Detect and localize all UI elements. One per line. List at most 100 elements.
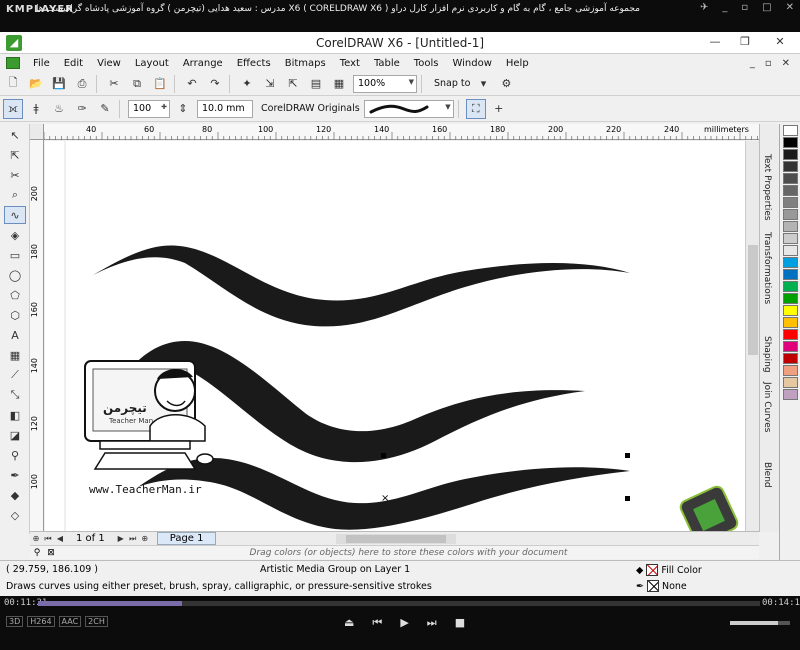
menu-bitmaps[interactable]: Bitmaps [278,58,333,69]
interactive-fill-tool-icon[interactable]: ◇ [4,506,26,524]
palette-swatch[interactable] [783,329,798,340]
palette-swatch[interactable] [783,245,798,256]
palette-swatch[interactable] [783,137,798,148]
palette-swatch[interactable] [783,341,798,352]
outline-pen-tool-icon[interactable]: ✒ [4,466,26,484]
volume-slider[interactable] [730,621,790,625]
rectangle-tool-icon[interactable]: ▭ [4,246,26,264]
preset-stroke-list[interactable]: ▼ [363,99,454,118]
dimension-tool-icon[interactable]: ⟋ [4,366,26,384]
connector-tool-icon[interactable]: ⤡ [4,386,26,404]
horizontal-scrollbar[interactable] [336,533,457,544]
palette-swatch[interactable] [783,269,798,280]
close-icon[interactable]: ✕ [786,2,794,13]
chevron-down-icon[interactable]: ▾ [473,74,493,94]
copy-icon[interactable]: ⧉ [127,74,147,94]
horizontal-ruler[interactable]: 40 60 80 100 120 140 160 180 200 220 240… [44,124,759,140]
export-icon[interactable]: ⇱ [283,74,303,94]
open-icon[interactable]: 📂 [26,74,46,94]
stroke-width-field[interactable]: 10.0 mm [197,99,253,118]
menu-view[interactable]: View [90,58,128,69]
minimize-icon[interactable]: _ [722,2,727,13]
scroll-thumb[interactable] [748,245,758,355]
last-page-icon[interactable]: ⏭ [127,534,139,544]
minimize-button[interactable]: — [700,32,730,52]
freehand-smoothing-field[interactable]: 100 ✚ [128,99,170,118]
page-tab[interactable]: Page 1 [156,532,217,545]
blend-tool-icon[interactable]: ◧ [4,406,26,424]
vertical-scrollbar[interactable] [745,141,759,531]
pressure-mode-icon[interactable]: ✎ [95,99,115,119]
doc-minimize-icon[interactable]: _ [750,58,755,69]
options-icon[interactable]: ⚙ [496,74,516,94]
first-page-icon[interactable]: ⏮ [42,534,54,544]
search-content-icon[interactable]: ✦ [237,74,257,94]
menu-table[interactable]: Table [367,58,407,69]
next-icon[interactable]: ⏭ [427,616,437,630]
cut-icon[interactable]: ✂ [104,74,124,94]
redo-icon[interactable]: ↷ [205,74,225,94]
fill-tool-icon[interactable]: ◆ [4,486,26,504]
prev-page-icon[interactable]: ◀ [54,534,66,543]
snap-to-dropdown[interactable]: Snap to [434,78,470,89]
palette-swatch[interactable] [783,377,798,388]
eyedropper-tool-icon[interactable]: ⚲ [4,446,26,464]
palette-swatch[interactable] [783,365,798,376]
next-page-icon[interactable]: ▶ [115,534,127,543]
add-page-end-icon[interactable]: ⊕ [139,534,151,543]
undo-icon[interactable]: ↶ [182,74,202,94]
eyedropper-icon[interactable]: ⚲ [30,548,44,558]
palette-swatch[interactable] [783,221,798,232]
play-icon[interactable]: ▶ [400,616,408,630]
palette-swatch[interactable] [783,149,798,160]
docker-tab-text-properties[interactable]: Text Properties [762,154,772,221]
smart-fill-tool-icon[interactable]: ◈ [4,226,26,244]
badge-3d[interactable]: 3D [6,616,24,627]
object-scale-icon[interactable]: ⛶ [465,98,486,119]
document-palette[interactable]: ⚲ ⊠ Drag colors (or objects) here to sto… [30,545,759,559]
palette-swatch[interactable] [783,305,798,316]
palette-swatch[interactable] [783,209,798,220]
sprayer-mode-icon[interactable]: ♨ [49,99,69,119]
ruler-origin[interactable] [30,124,44,140]
palette-swatch[interactable] [783,293,798,304]
artistic-stroke-1[interactable] [93,245,630,327]
application-launcher-icon[interactable]: ▦ [329,74,349,94]
restore-icon[interactable]: ▫ [741,2,748,13]
palette-swatch[interactable] [783,233,798,244]
menu-layout[interactable]: Layout [128,58,176,69]
vertical-ruler[interactable]: 200 180 160 140 120 100 [30,140,44,532]
close-button[interactable]: ✕ [760,32,800,52]
previous-icon[interactable]: ⏮ [372,616,382,630]
artistic-media-tool-icon[interactable]: ∿ [4,206,26,224]
palette-swatch[interactable] [783,185,798,196]
pin-icon[interactable]: ✈ [700,2,708,13]
docker-tab-blend[interactable]: Blend [762,462,772,488]
doc-close-icon[interactable]: ✕ [782,58,790,69]
palette-swatch[interactable] [783,257,798,268]
doc-restore-icon[interactable]: ▫ [765,58,772,69]
eject-icon[interactable]: ⏏ [344,616,354,630]
palette-swatch[interactable] [783,389,798,400]
transparency-tool-icon[interactable]: ◪ [4,426,26,444]
text-tool-icon[interactable]: A [4,326,26,344]
palette-swatch[interactable] [783,125,798,136]
outline-indicator[interactable]: ✒ None [636,580,687,592]
palette-swatch[interactable] [783,281,798,292]
import-icon[interactable]: ⇲ [260,74,280,94]
palette-swatch[interactable] [783,353,798,364]
maximize-icon[interactable]: □ [762,2,771,13]
palette-swatch[interactable] [783,161,798,172]
ellipse-tool-icon[interactable]: ◯ [4,266,26,284]
preset-mode-icon[interactable]: ⟗ [3,98,23,119]
table-tool-icon[interactable]: ▦ [4,346,26,364]
menu-edit[interactable]: Edit [57,58,90,69]
new-document-icon[interactable]: 🗋 [3,74,23,94]
menu-window[interactable]: Window [445,58,498,69]
docker-tab-transformations[interactable]: Transformations [762,232,772,304]
document-icon[interactable] [6,57,20,69]
palette-swatch[interactable] [783,173,798,184]
paste-icon[interactable]: 📋 [150,74,170,94]
palette-swatch[interactable] [783,317,798,328]
scroll-thumb[interactable] [346,534,447,543]
